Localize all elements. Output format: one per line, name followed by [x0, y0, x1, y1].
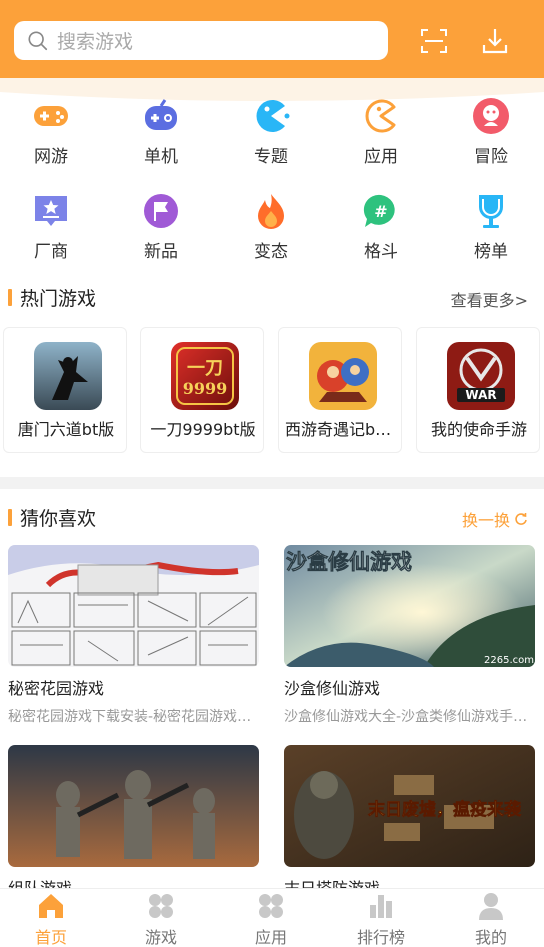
svg-text:9999: 9999	[183, 379, 228, 398]
guess-header: 猜你喜欢 换一换	[0, 502, 544, 532]
svg-text:WAR: WAR	[465, 388, 496, 402]
game-icon-image: WAR	[447, 342, 515, 410]
svg-text:一刀: 一刀	[187, 358, 223, 379]
ranking-icon	[370, 895, 392, 918]
search-placeholder: 搜索游戏	[57, 31, 134, 53]
category-ranking[interactable]: 榜单	[436, 191, 544, 262]
tab-games[interactable]: 游戏	[116, 891, 206, 947]
user-icon	[479, 893, 503, 920]
recommend-image	[8, 545, 259, 667]
hash-chat-icon: #	[363, 194, 395, 227]
star-badge-icon	[35, 196, 67, 226]
category-label: 单机	[144, 147, 178, 167]
pacman-icon	[256, 100, 290, 132]
download-icon[interactable]	[480, 26, 510, 56]
banner-text: 沙盒修仙游戏	[286, 550, 412, 574]
search-icon	[28, 30, 48, 50]
category-apps[interactable]: 应用	[326, 96, 436, 167]
recommend-card[interactable]: 沙盒修仙游戏 2265.com 沙盒修仙游戏 沙盒修仙游戏大全-沙盒类修仙游戏手…	[284, 545, 535, 726]
hot-game-card[interactable]: WAR 我的使命手游	[416, 327, 540, 453]
category-label: 榜单	[474, 242, 508, 262]
recommend-image	[8, 745, 259, 867]
recommend-desc: 秘密花园游戏下载安装-秘密花园游戏大全	[8, 709, 259, 725]
tab-label: 应用	[254, 928, 287, 947]
section-divider	[0, 477, 544, 489]
banner-text: 末日废墟，瘟疫来袭	[368, 799, 522, 820]
svg-text:#: #	[374, 202, 387, 221]
gamepad-icon	[34, 106, 68, 126]
section-accent-bar	[8, 289, 12, 306]
tab-ranking[interactable]: 排行榜	[336, 891, 426, 947]
category-label: 冒险	[474, 147, 508, 167]
category-label: 网游	[34, 147, 68, 167]
game-icon-image: 一刀 9999	[171, 342, 239, 410]
banner-watermark: 2265.com	[484, 655, 534, 666]
hot-game-name: 我的使命手游	[430, 420, 527, 439]
top-bar: 搜索游戏	[0, 0, 544, 80]
game-icon-image	[309, 342, 377, 410]
app-grid-icon	[259, 894, 283, 918]
category-label: 专题	[254, 147, 288, 167]
tab-label: 游戏	[144, 928, 177, 947]
category-fighting[interactable]: # 格斗	[326, 191, 436, 262]
hot-game-card[interactable]: 唐门六道bt版	[3, 327, 127, 453]
category-label: 格斗	[364, 242, 398, 262]
bottom-tab-bar: 首页 游戏 应用 排行榜 我的	[0, 888, 544, 947]
category-bt[interactable]: 变态	[216, 191, 326, 262]
category-vendors[interactable]: 厂商	[0, 191, 106, 262]
recommend-title: 秘密花园游戏	[8, 679, 105, 698]
game-grid-icon	[149, 894, 173, 918]
flag-icon	[144, 194, 178, 228]
hot-games-header: 热门游戏 查看更多>	[0, 282, 544, 312]
hot-game-card[interactable]: 一刀 9999 一刀9999bt版	[140, 327, 264, 453]
recommend-image: 末日废墟，瘟疫来袭	[284, 745, 535, 867]
hot-game-name: 唐门六道bt版	[17, 420, 115, 439]
tab-label: 首页	[34, 928, 67, 947]
adventure-icon	[473, 98, 509, 134]
recommend-desc: 沙盒修仙游戏大全-沙盒类修仙游戏手游推荐	[284, 709, 535, 725]
recommend-card[interactable]: 组队游戏	[8, 745, 259, 899]
category-label: 应用	[364, 147, 398, 167]
search-input[interactable]: 搜索游戏	[14, 21, 388, 60]
category-new[interactable]: 新品	[106, 191, 216, 262]
section-title: 猜你喜欢	[20, 508, 97, 530]
category-label: 厂商	[34, 242, 68, 262]
recommend-title: 沙盒修仙游戏	[284, 679, 381, 698]
section-accent-bar	[8, 509, 12, 526]
tab-label: 排行榜	[356, 928, 405, 947]
recommend-image: 沙盒修仙游戏 2265.com	[284, 545, 535, 667]
refresh-icon	[515, 513, 527, 525]
tab-profile[interactable]: 我的	[446, 891, 536, 947]
joystick-icon	[145, 99, 177, 130]
section-title: 热门游戏	[20, 288, 97, 310]
category-adventure[interactable]: 冒险	[436, 96, 544, 167]
tab-apps[interactable]: 应用	[226, 891, 316, 947]
category-single-player[interactable]: 单机	[106, 96, 216, 167]
recommend-card[interactable]: 末日废墟，瘟疫来袭 末日塔防游戏	[284, 745, 535, 899]
see-more-link[interactable]: 查看更多>	[451, 287, 528, 311]
trophy-cup-icon	[479, 195, 503, 228]
home-icon	[39, 894, 63, 918]
category-label: 新品	[144, 242, 178, 262]
category-label: 变态	[254, 242, 288, 262]
category-topics[interactable]: 专题	[216, 96, 326, 167]
hot-game-card[interactable]: 西游奇遇记bt版	[278, 327, 402, 453]
fire-icon	[258, 194, 284, 229]
category-online-games[interactable]: 网游	[0, 96, 106, 167]
refresh-label: 换一换	[461, 511, 510, 530]
scan-icon[interactable]	[419, 26, 449, 56]
hot-game-name: 一刀9999bt版	[150, 420, 256, 439]
refresh-button[interactable]: 换一换	[462, 507, 528, 531]
game-icon-image	[34, 342, 102, 410]
hot-game-name: 西游奇遇记bt版	[285, 420, 398, 439]
tab-label: 我的	[474, 928, 507, 947]
recommend-card[interactable]: 秘密花园游戏 秘密花园游戏下载安装-秘密花园游戏大全	[8, 545, 259, 726]
tab-home[interactable]: 首页	[6, 891, 96, 947]
pacman-outline-icon	[365, 99, 396, 133]
